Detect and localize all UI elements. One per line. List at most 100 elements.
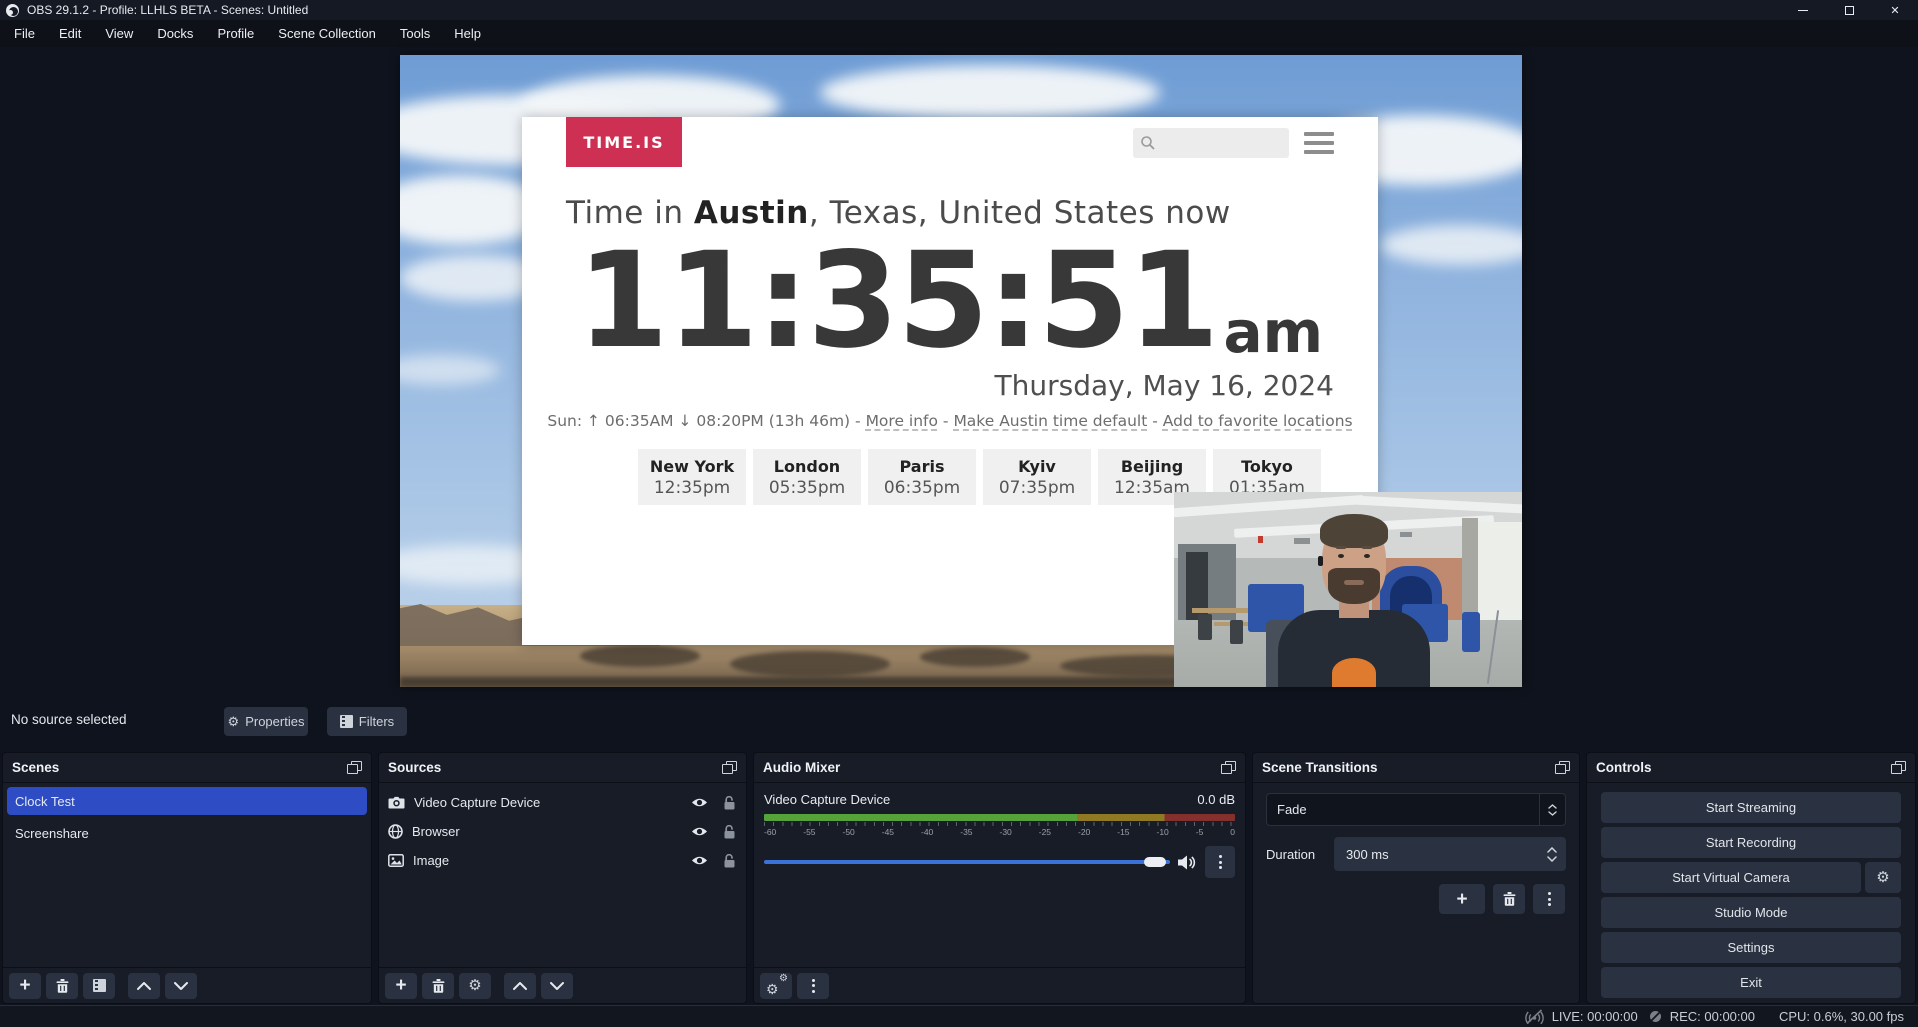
sources-toolbar: + ⚙ [379,967,746,1003]
source-item-browser[interactable]: Browser [379,817,746,846]
remove-source-button[interactable] [422,973,454,999]
cpu-fps-text: CPU: 0.6%, 30.00 fps [1779,1009,1904,1024]
source-item-image[interactable]: Image [379,846,746,875]
ceiling-vent [1294,538,1310,544]
plus-icon: + [395,976,406,995]
start-recording-button[interactable]: Start Recording [1601,827,1901,858]
obs-logo-icon [6,4,19,17]
move-scene-up-button[interactable] [128,973,160,999]
city-card: Paris06:35pm [868,449,976,505]
menu-scene-collection[interactable]: Scene Collection [266,20,388,47]
transition-select[interactable]: Fade [1266,793,1566,826]
transitions-title: Scene Transitions [1262,760,1378,775]
unlock-icon[interactable] [723,854,736,868]
visibility-eye-icon[interactable] [691,855,708,866]
source-properties-button[interactable]: ⚙ [459,973,491,999]
move-scene-down-button[interactable] [165,973,197,999]
move-source-down-button[interactable] [541,973,573,999]
plus-icon: + [1456,890,1467,909]
filters-button[interactable]: Filters [327,707,407,736]
current-time: 11:35:51 [577,235,1218,367]
source-toolbar-row: No source selected ⚙ Properties Filters [0,699,1918,745]
menu-profile[interactable]: Profile [205,20,266,47]
rec-time: REC: 00:00:00 [1670,1009,1755,1024]
city-card: London05:35pm [753,449,861,505]
filters-icon [93,979,106,992]
unlock-icon[interactable] [723,796,736,810]
audio-mixer-panel: Audio Mixer Video Capture Device 0.0 dB … [753,752,1246,1004]
popout-icon[interactable] [1555,761,1570,774]
popout-icon[interactable] [1891,761,1906,774]
popout-icon[interactable] [1221,761,1236,774]
mixer-db-value: 0.0 dB [1197,792,1235,807]
minimize-icon [1798,10,1808,11]
plus-icon: + [19,976,30,995]
scene-item-clock-test[interactable]: Clock Test [7,787,367,815]
person-eye [1364,554,1370,558]
cloud [820,65,1160,120]
volume-track [764,860,1170,864]
caret-up-icon [1548,804,1557,809]
popout-icon[interactable] [722,761,737,774]
add-source-button[interactable]: + [385,973,417,999]
popout-icon[interactable] [347,761,362,774]
menu-docks[interactable]: Docks [145,20,205,47]
studio-mode-button[interactable]: Studio Mode [1601,897,1901,928]
trash-icon [56,979,69,993]
properties-button[interactable]: ⚙ Properties [224,707,308,736]
menu-tools[interactable]: Tools [388,20,442,47]
volume-handle[interactable] [1144,857,1166,867]
desert-mound [580,645,700,667]
source-item-video-capture[interactable]: Video Capture Device [379,788,746,817]
source-label: Image [413,853,449,868]
exit-button[interactable]: Exit [1601,967,1901,998]
move-source-up-button[interactable] [504,973,536,999]
remove-transition-button[interactable] [1493,884,1525,914]
settings-button[interactable]: Settings [1601,932,1901,963]
preview-canvas[interactable]: TIME.IS Time in Austin, Texas, United St… [400,55,1522,687]
menu-view[interactable]: View [93,20,145,47]
cpu-status: CPU: 0.6%, 30.00 fps [1779,1009,1904,1024]
scene-filters-button[interactable] [83,973,115,999]
webcam-source[interactable] [1174,492,1522,687]
scene-item-screenshare[interactable]: Screenshare [7,819,367,847]
mixer-channel-menu-button[interactable] [1205,846,1235,878]
close-button[interactable]: ✕ [1872,0,1918,20]
transition-menu-button[interactable] [1533,884,1565,914]
source-label: Browser [412,824,460,839]
scene-transitions-panel: Scene Transitions Fade Duration 300 ms [1252,752,1580,1004]
speaker-icon[interactable] [1178,855,1197,870]
person-mouth [1344,580,1364,585]
volume-slider[interactable] [764,856,1170,868]
transitions-header: Scene Transitions [1253,753,1579,783]
record-inactive-icon [1648,1009,1663,1024]
menu-file[interactable]: File [2,20,47,47]
mixer-menu-button[interactable] [797,973,829,999]
properties-label: Properties [245,714,304,729]
select-carets [1539,794,1565,825]
menu-edit[interactable]: Edit [47,20,93,47]
start-virtual-camera-button[interactable]: Start Virtual Camera [1601,862,1861,893]
ceiling-vent [1400,532,1412,537]
timeis-logo: TIME.IS [566,117,682,167]
spin-carets[interactable] [1538,847,1566,862]
city-card: New York12:35pm [638,449,746,505]
minimize-button[interactable] [1780,0,1826,20]
menu-help[interactable]: Help [442,20,493,47]
visibility-eye-icon[interactable] [691,797,708,808]
virtual-camera-config-button[interactable]: ⚙ [1865,862,1901,893]
start-streaming-button[interactable]: Start Streaming [1601,792,1901,823]
duration-spinbox[interactable]: 300 ms [1334,837,1566,871]
advanced-audio-button[interactable]: ⚙⚙ [760,973,792,999]
remove-scene-button[interactable] [46,973,78,999]
visibility-eye-icon[interactable] [691,826,708,837]
live-time: LIVE: 00:00:00 [1552,1009,1638,1024]
scenes-title: Scenes [12,760,59,775]
add-transition-button[interactable]: + [1439,884,1485,914]
sources-header: Sources [379,753,746,783]
filters-label: Filters [359,714,394,729]
add-scene-button[interactable]: + [9,973,41,999]
restore-button[interactable] [1826,0,1872,20]
sun-info-line: Sun: ↑ 06:35AM ↓ 08:20PM (13h 46m) - Mor… [522,412,1378,430]
unlock-icon[interactable] [723,825,736,839]
